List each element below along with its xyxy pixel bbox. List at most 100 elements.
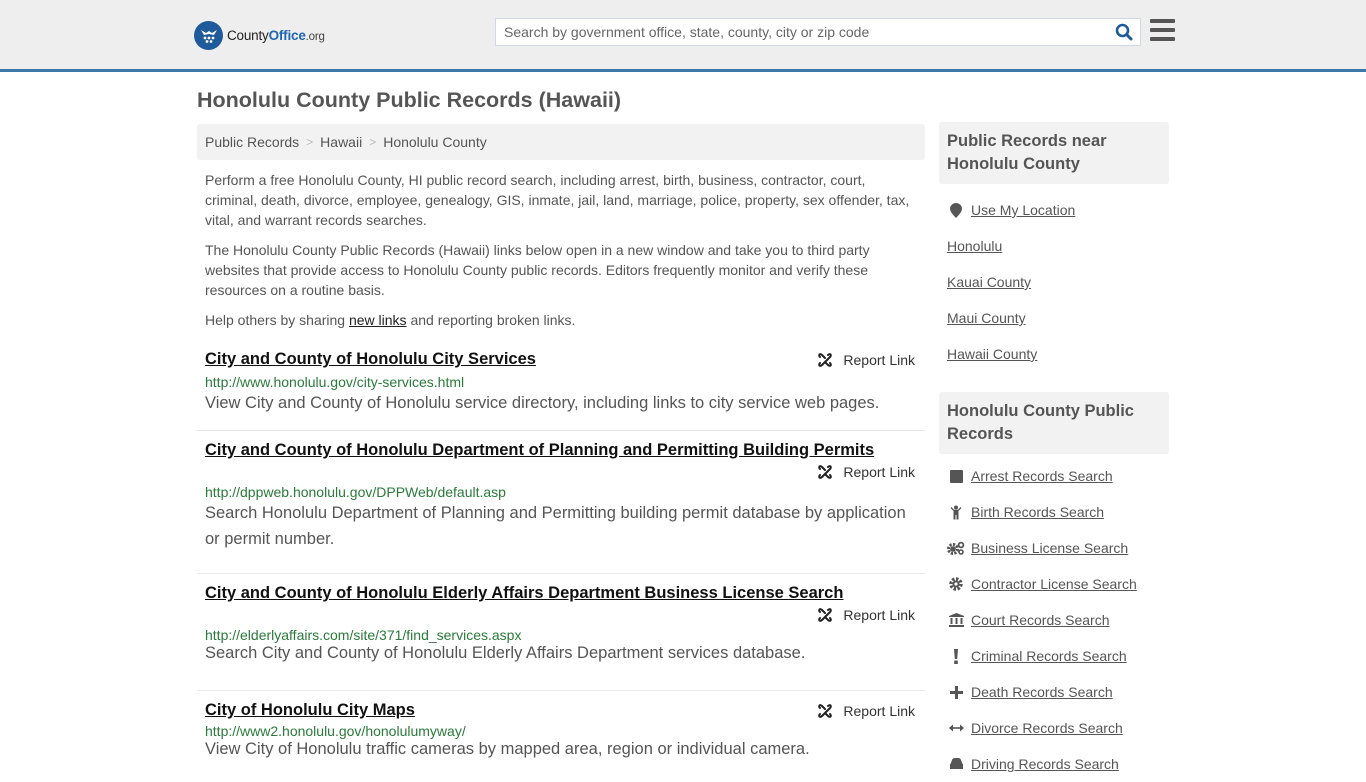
gears-icon (947, 540, 965, 556)
sidebar-item-death-records: Death Records Search (947, 674, 1169, 710)
gear-icon (947, 576, 965, 592)
site-logo[interactable]: CountyOffice.org (194, 20, 325, 50)
arrows-horizontal-icon (947, 720, 965, 736)
square-icon (947, 468, 965, 484)
result-url: http://www.honolulu.gov/city-services.ht… (205, 374, 465, 390)
nearby-link[interactable]: Honolulu (947, 238, 1002, 254)
site-header: CountyOffice.org (0, 0, 1366, 72)
sidebar-item-use-my-location: Use My Location (947, 192, 1169, 228)
breadcrumb: Public Records > Hawaii > Honolulu Count… (197, 124, 925, 160)
page-title: Honolulu County Public Records (Hawaii) (197, 88, 622, 112)
use-my-location-link[interactable]: Use My Location (971, 202, 1075, 218)
results-list: City and County of Honolulu City Service… (197, 340, 925, 762)
sidebar-item-kauai-county: Kauai County (947, 264, 1169, 300)
sidebar-item-divorce-records: Divorce Records Search (947, 710, 1169, 746)
breadcrumb-public-records[interactable]: Public Records (205, 134, 299, 150)
menu-bar (1150, 28, 1175, 32)
records-link[interactable]: Birth Records Search (971, 504, 1104, 520)
report-link-label: Report Link (843, 464, 915, 480)
sidebar-item-maui-county: Maui County (947, 300, 1169, 336)
records-link[interactable]: Criminal Records Search (971, 648, 1127, 664)
sidebar-item-arrest-records: Arrest Records Search (947, 458, 1169, 494)
breadcrumb-hawaii[interactable]: Hawaii (320, 134, 362, 150)
breadcrumb-separator: > (306, 135, 314, 149)
result-description: View City and County of Honolulu service… (205, 394, 880, 412)
records-link[interactable]: Contractor License Search (971, 576, 1137, 592)
courthouse-icon (947, 612, 965, 628)
result-title-link[interactable]: City and County of Honolulu Elderly Affa… (205, 584, 843, 603)
child-icon (947, 504, 965, 520)
result-description: View City of Honolulu traffic cameras by… (205, 740, 810, 758)
result-title-link[interactable]: City and County of Honolulu City Service… (205, 350, 536, 369)
sidebar: Public Records near Honolulu County Use … (939, 122, 1169, 782)
records-link[interactable]: Arrest Records Search (971, 468, 1113, 484)
breadcrumb-separator: > (369, 135, 377, 149)
records-link[interactable]: Death Records Search (971, 684, 1113, 700)
sidebar-item-court-records: Court Records Search (947, 602, 1169, 638)
records-link[interactable]: Court Records Search (971, 612, 1110, 628)
broken-link-icon (818, 704, 833, 718)
report-link-label: Report Link (843, 607, 915, 623)
search-bar (495, 18, 1141, 46)
logo-text-org: .org (305, 30, 325, 43)
car-icon (947, 756, 965, 772)
result-item: City and County of Honolulu Elderly Affa… (197, 574, 925, 691)
intro-paragraph-2: The Honolulu County Public Records (Hawa… (205, 242, 870, 298)
sidebar-item-birth-records: Birth Records Search (947, 494, 1169, 530)
new-links-link[interactable]: new links (349, 312, 407, 328)
report-link-label: Report Link (843, 703, 915, 719)
plus-icon (947, 684, 965, 700)
search-button[interactable] (1108, 19, 1140, 45)
records-link[interactable]: Divorce Records Search (971, 720, 1123, 736)
nearby-link[interactable]: Hawaii County (947, 346, 1037, 362)
sidebar-item-business-license: Business License Search (947, 530, 1169, 566)
nearby-records-list: Use My Location Honolulu Kauai County Ma… (939, 184, 1169, 372)
breadcrumb-honolulu-county[interactable]: Honolulu County (383, 134, 487, 150)
records-link[interactable]: Business License Search (971, 540, 1128, 556)
report-link-button[interactable]: Report Link (817, 703, 915, 719)
result-url: http://dppweb.honolulu.gov/DPPWeb/defaul… (205, 484, 506, 500)
nearby-records-heading: Public Records near Honolulu County (939, 122, 1169, 184)
nearby-records-panel: Public Records near Honolulu County Use … (939, 122, 1169, 372)
sidebar-item-criminal-records: Criminal Records Search (947, 638, 1169, 674)
menu-bar (1150, 19, 1175, 23)
report-link-button[interactable]: Report Link (205, 607, 915, 623)
map-marker-icon (947, 202, 965, 218)
broken-link-icon (818, 353, 833, 367)
search-icon (1115, 23, 1133, 41)
exclamation-icon (947, 648, 965, 664)
records-link[interactable]: Driving Records Search (971, 756, 1119, 772)
report-link-label: Report Link (843, 352, 915, 368)
sidebar-item-honolulu: Honolulu (947, 228, 1169, 264)
result-item: City and County of Honolulu Department o… (197, 431, 925, 574)
sidebar-item-hawaii-county: Hawaii County (947, 336, 1169, 372)
broken-link-icon (818, 608, 833, 622)
intro-paragraph-3: Help others by sharing new links and rep… (205, 310, 920, 330)
nearby-link[interactable]: Maui County (947, 310, 1026, 326)
result-title-link[interactable]: City and County of Honolulu Department o… (205, 441, 874, 460)
county-records-heading: Honolulu County Public Records (939, 392, 1169, 454)
logo-wordmark: CountyOffice.org (227, 28, 325, 43)
county-records-list: Arrest Records Search Birth Records Sear… (939, 454, 1169, 782)
result-item: City and County of Honolulu City Service… (197, 340, 925, 431)
eagle-stars-icon (194, 20, 223, 50)
result-title-link[interactable]: City of Honolulu City Maps (205, 701, 415, 720)
intro-paragraph-1: Perform a free Honolulu County, HI publi… (205, 172, 910, 228)
sidebar-item-driving-records: Driving Records Search (947, 746, 1169, 782)
sidebar-item-contractor-license: Contractor License Search (947, 566, 1169, 602)
result-item: City of Honolulu City Maps Report Link h… (197, 691, 925, 762)
county-records-panel: Honolulu County Public Records Arrest Re… (939, 392, 1169, 782)
search-input[interactable] (496, 19, 1108, 45)
result-description: Search Honolulu Department of Planning a… (205, 504, 906, 548)
menu-bar (1150, 37, 1175, 41)
intro-text: Perform a free Honolulu County, HI publi… (205, 170, 920, 340)
intro-text-fragment: and reporting broken links. (406, 312, 576, 328)
report-link-button[interactable]: Report Link (817, 352, 915, 368)
nearby-link[interactable]: Kauai County (947, 274, 1031, 290)
broken-link-icon (818, 465, 833, 479)
report-link-button[interactable]: Report Link (205, 464, 915, 480)
intro-text-fragment: Help others by sharing (205, 312, 349, 328)
logo-text-office: Office (268, 27, 306, 43)
hamburger-menu-button[interactable] (1150, 19, 1175, 41)
logo-text-county: County (227, 27, 269, 43)
